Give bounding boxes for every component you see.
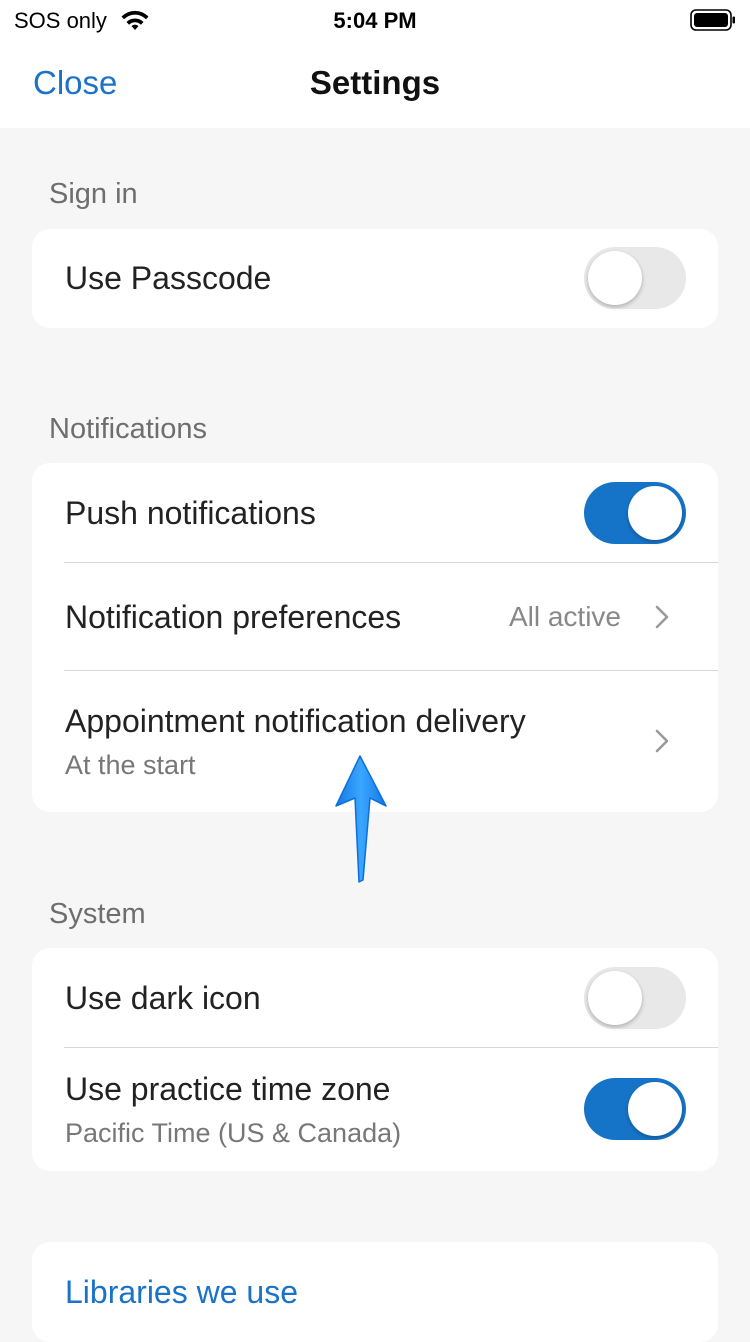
system-card: Use dark icon Use practice time zone Pac… [32,948,718,1171]
appointment-delivery-label: Appointment notification delivery [65,703,526,739]
practice-time-zone-row: Use practice time zone Pacific Time (US … [32,1048,718,1171]
toggle-knob [588,251,642,305]
status-bar: SOS only 5:04 PM [0,0,750,40]
use-passcode-label: Use Passcode [65,260,272,296]
practice-time-zone-toggle[interactable] [584,1078,686,1140]
practice-time-zone-subtitle: Pacific Time (US & Canada) [65,1118,402,1148]
practice-time-zone-label: Use practice time zone [65,1071,391,1107]
section-header-notifications: Notifications [49,413,207,445]
push-notifications-row: Push notifications [32,463,718,562]
use-passcode-toggle[interactable] [584,247,686,309]
notification-preferences-label: Notification preferences [65,599,402,635]
toggle-knob [588,971,642,1025]
notification-preferences-value: All active [508,601,621,632]
section-header-sign-in: Sign in [49,178,138,210]
push-notifications-toggle[interactable] [584,482,686,544]
sign-in-card: Use Passcode [32,229,718,328]
chevron-right-icon [655,605,669,629]
dark-icon-label: Use dark icon [65,980,261,1016]
up-arrow-annotation [335,755,387,883]
use-passcode-row: Use Passcode [32,229,718,328]
notification-preferences-row[interactable]: Notification preferences All active [32,563,718,670]
section-header-system: System [49,898,146,930]
dark-icon-toggle[interactable] [584,967,686,1029]
battery-icon [690,9,735,31]
push-notifications-label: Push notifications [65,495,316,531]
chevron-right-icon [655,729,669,753]
page-title: Settings [309,64,441,101]
libraries-link[interactable]: Libraries we use [65,1274,298,1311]
dark-icon-row: Use dark icon [32,948,718,1047]
toggle-knob [628,486,682,540]
status-time: 5:04 PM [333,8,417,33]
about-card: Libraries we use [32,1242,718,1342]
navigation-bar: Close Settings [0,40,750,128]
toggle-knob [628,1082,682,1136]
appointment-delivery-subtitle: At the start [65,750,196,780]
